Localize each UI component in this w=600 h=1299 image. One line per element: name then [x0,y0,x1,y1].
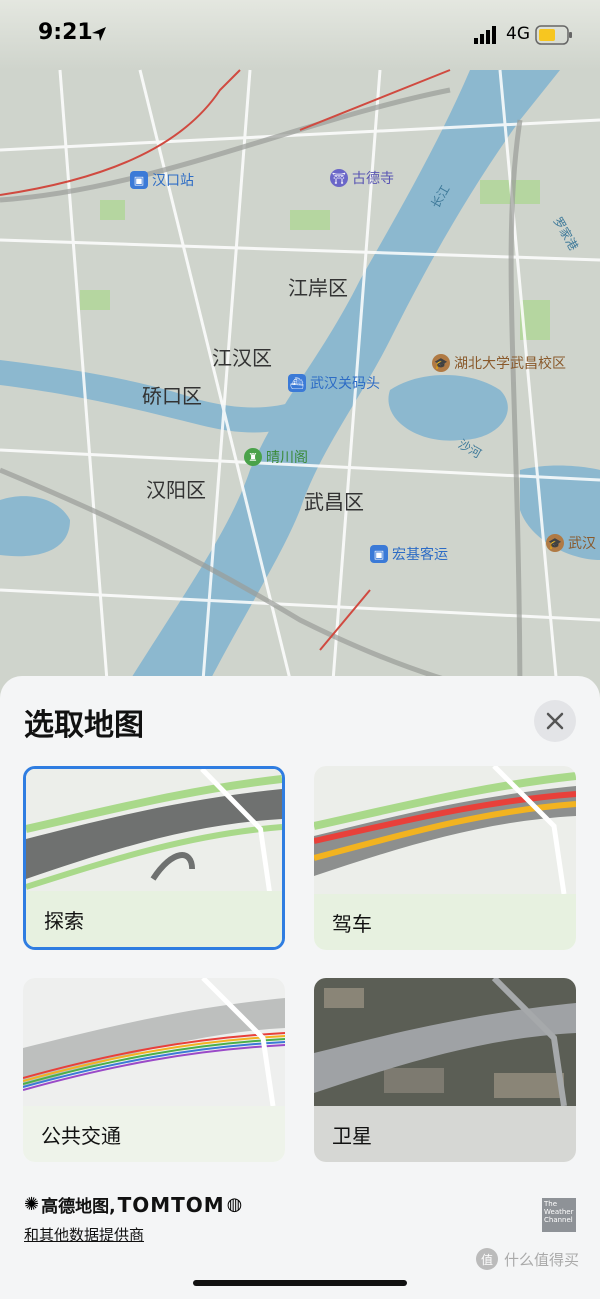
temple-icon: ⛩ [330,169,348,187]
school-icon: 🎓 [546,534,564,552]
district-jianghan: 江汉区 [212,346,272,370]
option-label: 探索 [26,891,282,947]
network-type: 4G [506,24,530,44]
tomtom-label: TOMTOM [117,1192,225,1217]
option-label: 卫星 [314,1106,576,1162]
amap-label: 高德地图, [41,1197,116,1217]
other-providers-link[interactable]: 和其他数据提供商 [24,1224,144,1245]
tomtom-globe-icon: ◍ [226,1194,243,1215]
close-icon [546,712,564,730]
status-bar: 9:21 4G [0,0,600,70]
watermark-icon: 值 [476,1248,498,1270]
weather-channel-logo[interactable]: The Weather Channel [542,1198,576,1232]
sheet-title: 选取地图 [24,708,144,743]
train-icon: ▣ [130,171,148,189]
map-picker-sheet: 选取地图 探索 驾车 公共交通 卫星 ✺ 高德地图, TOMTOM ◍ 和其他数… [0,676,600,1299]
poi-hankou-station[interactable]: ▣ 汉口站 [130,170,194,190]
poi-qingchuan[interactable]: ♜ 晴川阁 [244,447,308,467]
map-option-explore[interactable]: 探索 [23,766,285,950]
map-option-satellite[interactable]: 卫星 [314,978,576,1162]
map-view[interactable]: 江岸区 江汉区 硚口区 汉阳区 武昌区 ▣ 汉口站 ⛩ 古德寺 ⛴ 武汉关码头 … [0,0,600,720]
district-qiaokou: 硚口区 [142,384,202,408]
explore-thumbnail [26,769,282,897]
poi-hongji-bus[interactable]: ▣ 宏基客运 [370,544,448,564]
poi-wuhan[interactable]: 🎓 武汉 [546,533,596,553]
location-arrow-icon [92,27,106,41]
watermark-text: 什么值得买 [504,1250,580,1269]
map-option-driving[interactable]: 驾车 [314,766,576,950]
satellite-thumbnail [314,978,576,1106]
driving-thumbnail [314,766,576,894]
pier-icon: ⛴ [288,374,306,392]
status-time: 9:21 [38,20,93,45]
battery-icon [535,25,572,45]
option-label: 公共交通 [23,1106,285,1162]
watermark: 值 什么值得买 [476,1248,579,1270]
option-label: 驾车 [314,894,576,950]
district-wuchang: 武昌区 [304,490,364,514]
close-button[interactable] [534,700,576,742]
school-icon: 🎓 [432,354,450,372]
transit-thumbnail [23,978,285,1106]
landmark-icon: ♜ [244,448,262,466]
bus-icon: ▣ [370,545,388,563]
home-indicator[interactable] [193,1280,407,1286]
poi-gude-temple[interactable]: ⛩ 古德寺 [330,168,394,188]
district-jiangan: 江岸区 [288,276,348,300]
data-attribution: ✺ 高德地图, TOMTOM ◍ [24,1192,243,1218]
cellular-signal-icon [474,26,496,44]
amap-logo-icon: ✺ [24,1194,40,1215]
poi-hubei-university[interactable]: 🎓 湖北大学武昌校区 [432,353,566,373]
poi-wuhan-pier[interactable]: ⛴ 武汉关码头 [288,373,380,393]
map-option-transit[interactable]: 公共交通 [23,978,285,1162]
district-hanyang: 汉阳区 [146,478,206,502]
